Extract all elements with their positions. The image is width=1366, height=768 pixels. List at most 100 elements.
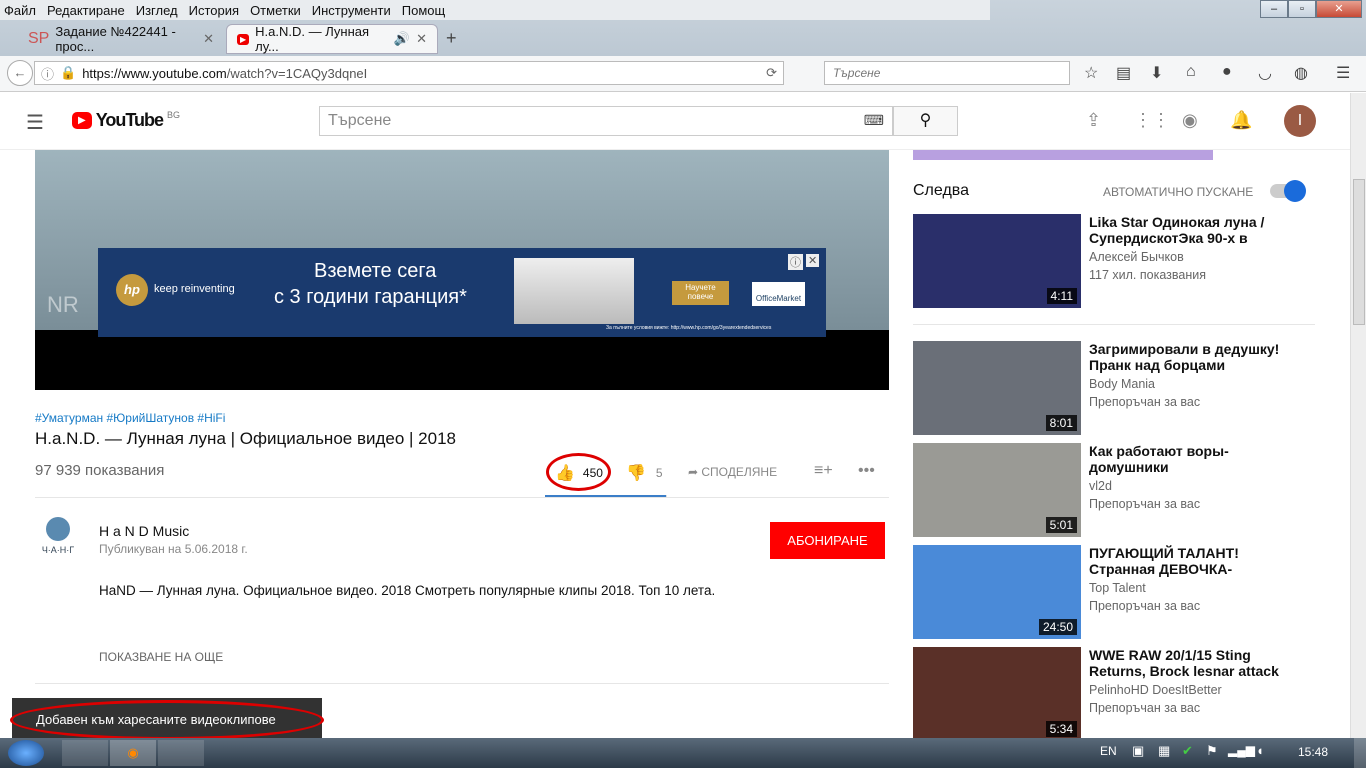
check-tray-icon[interactable]: ✔ bbox=[1182, 743, 1193, 759]
tab-task[interactable]: SP Задание №422441 - прос... ✕ bbox=[18, 24, 224, 54]
guide-menu-icon[interactable]: ☰ bbox=[26, 110, 44, 135]
show-more-button[interactable]: ПОКАЗВАНЕ НА ОЩЕ bbox=[99, 650, 223, 664]
new-tab-button[interactable]: + bbox=[446, 28, 457, 49]
youtube-logo[interactable]: ▶ YouTube BG bbox=[72, 110, 180, 131]
url-bar[interactable]: ⓘ 🔒 https://www.youtube.com/watch?v=1CAQ… bbox=[34, 61, 784, 85]
globe-icon[interactable]: ◍ bbox=[1294, 63, 1308, 83]
maximize-button[interactable]: ▫ bbox=[1288, 0, 1316, 18]
start-button[interactable] bbox=[8, 740, 44, 766]
share-button[interactable]: ➦ СПОДЕЛЯНЕ bbox=[688, 465, 777, 479]
add-to-playlist-icon[interactable]: ≡+ bbox=[814, 462, 833, 480]
video-ad-overlay[interactable]: hp keep reinventing Вземете сега с 3 год… bbox=[98, 248, 826, 337]
search-icon: ⚲ bbox=[919, 112, 932, 129]
ad-info-icon[interactable]: ⓘ bbox=[788, 254, 803, 270]
video-thumbnail[interactable]: 24:50 bbox=[913, 545, 1081, 639]
app-tray-icon[interactable]: ▦ bbox=[1158, 743, 1170, 759]
suggested-video[interactable]: 4:11 Lika Star Одинокая луна / Супердиск… bbox=[913, 214, 1318, 310]
reading-list-icon[interactable]: ▤ bbox=[1116, 63, 1131, 83]
avatar[interactable]: I bbox=[1284, 105, 1316, 137]
ad-cta-button[interactable]: Научете повече bbox=[672, 281, 729, 305]
video-thumbnail[interactable]: 4:11 bbox=[913, 214, 1081, 308]
hamburger-menu-icon[interactable]: ☰ bbox=[1336, 63, 1350, 83]
language-indicator[interactable]: EN bbox=[1100, 744, 1117, 758]
calculator-taskbar-icon[interactable] bbox=[158, 740, 204, 766]
autoplay-toggle[interactable] bbox=[1270, 180, 1306, 202]
close-tab-icon[interactable]: ✕ bbox=[203, 31, 214, 47]
menu-edit[interactable]: Редактиране bbox=[47, 3, 125, 18]
tab-label: Задание №422441 - прос... bbox=[55, 24, 176, 54]
firefox-taskbar-icon[interactable]: ◉ bbox=[110, 740, 156, 766]
sp-favicon-icon: SP bbox=[28, 30, 50, 47]
like-button[interactable]: 👍 450 bbox=[555, 463, 603, 483]
window-controls: – ▫ ✕ bbox=[1260, 0, 1362, 18]
signal-tray-icon[interactable]: ▂▄▆ bbox=[1228, 743, 1255, 757]
suggested-video-meta: Препоръчан за вас bbox=[1089, 599, 1201, 613]
chat-icon[interactable]: ● bbox=[1222, 63, 1232, 81]
video-hashtags[interactable]: #Уматурман #ЮрийШатунов #HiFi bbox=[35, 411, 225, 425]
youtube-search-button[interactable]: ⚲ bbox=[893, 106, 958, 136]
clock[interactable]: 15:48 bbox=[1298, 745, 1328, 759]
pocket-icon[interactable]: ◡ bbox=[1258, 63, 1272, 83]
youtube-search-input[interactable]: Търсене ⌨ bbox=[319, 106, 893, 136]
download-icon[interactable]: ⬇ bbox=[1150, 63, 1163, 83]
info-icon[interactable]: ⓘ bbox=[41, 64, 54, 83]
suggested-video-title[interactable]: Загримировали в дедушку! Пранк над борца… bbox=[1089, 341, 1289, 373]
home-icon[interactable]: ⌂ bbox=[1186, 63, 1196, 81]
video-thumbnail[interactable]: 8:01 bbox=[913, 341, 1081, 435]
video-thumbnail[interactable]: 5:34 bbox=[913, 647, 1081, 741]
menu-history[interactable]: История bbox=[189, 3, 239, 18]
minimize-button[interactable]: – bbox=[1260, 0, 1288, 18]
notifications-bell-icon[interactable]: 🔔 bbox=[1230, 110, 1252, 131]
suggested-video[interactable]: 5:01 Как работают воры-домушники vl2d Пр… bbox=[913, 443, 1318, 539]
flag-tray-icon[interactable]: ⚑ bbox=[1206, 743, 1218, 759]
ad-close-icon[interactable]: ✕ bbox=[806, 254, 820, 267]
apps-icon[interactable]: ⋮⋮ bbox=[1134, 110, 1170, 131]
close-tab-icon[interactable]: ✕ bbox=[416, 31, 427, 47]
upload-icon[interactable]: ⇪ bbox=[1086, 110, 1101, 131]
taskbar-app-1[interactable] bbox=[62, 740, 108, 766]
reload-icon[interactable]: ⟳ bbox=[766, 65, 777, 81]
printer-image bbox=[514, 258, 634, 324]
channel-logo[interactable]: Ч·А·Н·Г bbox=[36, 517, 80, 561]
suggested-video-meta: Препоръчан за вас bbox=[1089, 395, 1201, 409]
suggested-video-channel: Body Mania bbox=[1089, 377, 1156, 391]
back-button[interactable]: ← bbox=[7, 60, 33, 86]
show-desktop-button[interactable] bbox=[1354, 738, 1366, 768]
suggested-video-channel: PelinhoHD DoesItBetter bbox=[1089, 683, 1222, 697]
suggested-video-title[interactable]: Lika Star Одинокая луна / СупердискотЭка… bbox=[1089, 214, 1289, 246]
subscribe-button[interactable]: АБОНИРАНЕ bbox=[770, 522, 885, 559]
keyboard-icon[interactable]: ⌨ bbox=[864, 112, 884, 129]
duration-badge: 4:11 bbox=[1046, 288, 1077, 304]
menu-bookmarks[interactable]: Отметки bbox=[250, 3, 301, 18]
video-thumbnail[interactable]: 5:01 bbox=[913, 443, 1081, 537]
duration-badge: 5:01 bbox=[1045, 517, 1077, 533]
suggested-video-title[interactable]: WWE RAW 20/1/15 Sting Returns, Brock les… bbox=[1089, 647, 1289, 679]
suggested-video[interactable]: 8:01 Загримировали в дедушку! Пранк над … bbox=[913, 341, 1318, 437]
star-icon[interactable]: ☆ bbox=[1084, 63, 1098, 83]
channel-name[interactable]: H a N D Music bbox=[99, 523, 189, 539]
video-watermark: NR bbox=[47, 292, 79, 317]
menu-view[interactable]: Изглед bbox=[136, 3, 178, 18]
suggested-video[interactable]: 24:50 ПУГАЮЩИЙ ТАЛАНТ! Странная ДЕВОЧКА-… bbox=[913, 545, 1318, 641]
menu-help[interactable]: Помощ bbox=[402, 3, 445, 18]
more-actions-icon[interactable]: ••• bbox=[858, 462, 875, 480]
network-tray-icon[interactable]: ▣ bbox=[1132, 743, 1144, 759]
suggested-video-channel: vl2d bbox=[1089, 479, 1112, 493]
browser-search-input[interactable]: Търсене bbox=[824, 61, 1070, 85]
divider bbox=[35, 497, 889, 498]
scroll-thumb[interactable] bbox=[1353, 179, 1365, 325]
speaker-icon[interactable]: 🔊 bbox=[394, 31, 410, 47]
page-scrollbar[interactable] bbox=[1350, 93, 1366, 738]
volume-tray-icon[interactable]: ◖ bbox=[1256, 743, 1264, 758]
tab-youtube[interactable]: ▶ H.a.N.D. — Лунная лу... 🔊 ✕ bbox=[226, 24, 438, 54]
sentiment-bar bbox=[545, 495, 667, 497]
ad-headline-2: с 3 години гаранция* bbox=[274, 286, 467, 308]
menu-tools[interactable]: Инструменти bbox=[312, 3, 391, 18]
dislike-button[interactable]: 👎 5 bbox=[626, 463, 663, 483]
suggested-video-title[interactable]: ПУГАЮЩИЙ ТАЛАНТ! Странная ДЕВОЧКА- bbox=[1089, 545, 1289, 577]
suggested-video[interactable]: 5:34 WWE RAW 20/1/15 Sting Returns, Broc… bbox=[913, 647, 1318, 743]
suggested-video-title[interactable]: Как работают воры-домушники bbox=[1089, 443, 1289, 475]
menu-file[interactable]: Файл bbox=[4, 3, 36, 18]
messages-icon[interactable]: ◉ bbox=[1182, 110, 1198, 131]
close-window-button[interactable]: ✕ bbox=[1316, 0, 1362, 18]
